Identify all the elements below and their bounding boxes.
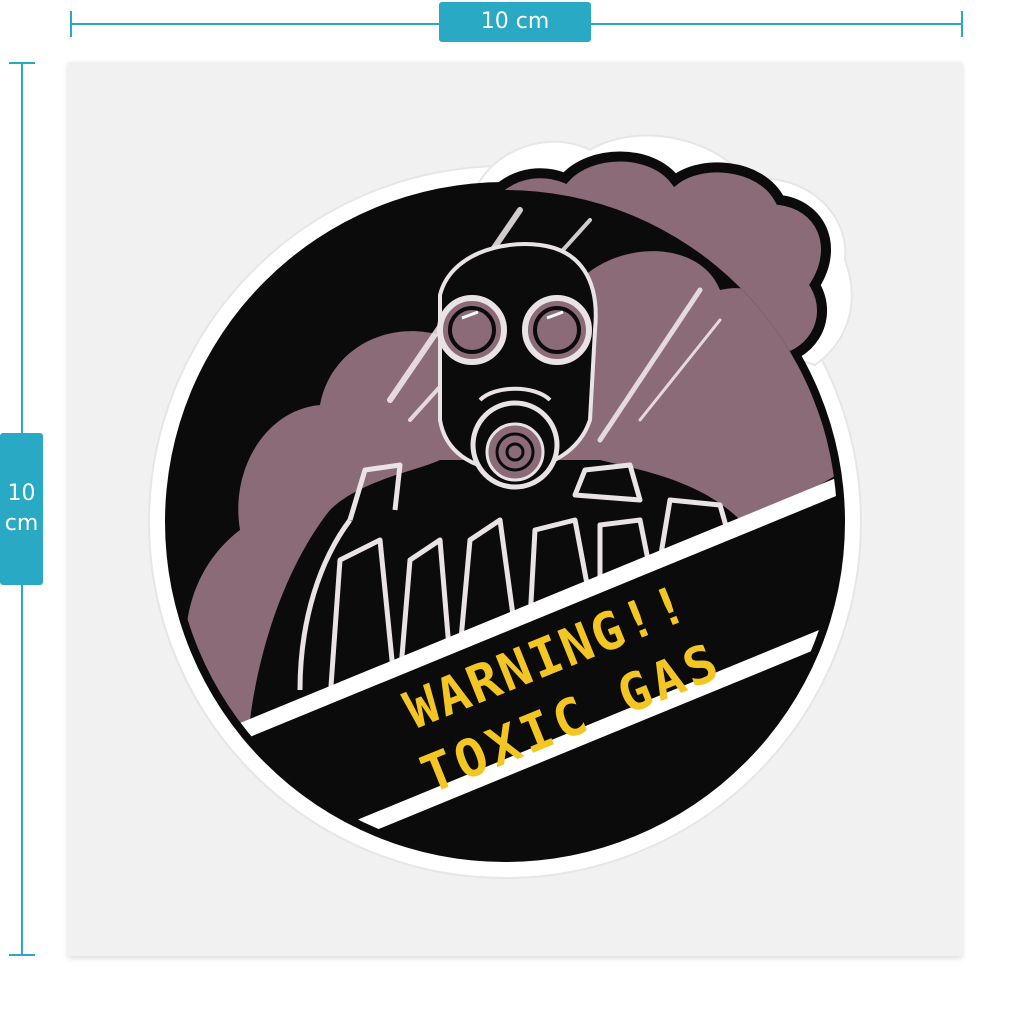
sticker-artwork: WARNING!! TOXIC GAS bbox=[68, 62, 962, 956]
